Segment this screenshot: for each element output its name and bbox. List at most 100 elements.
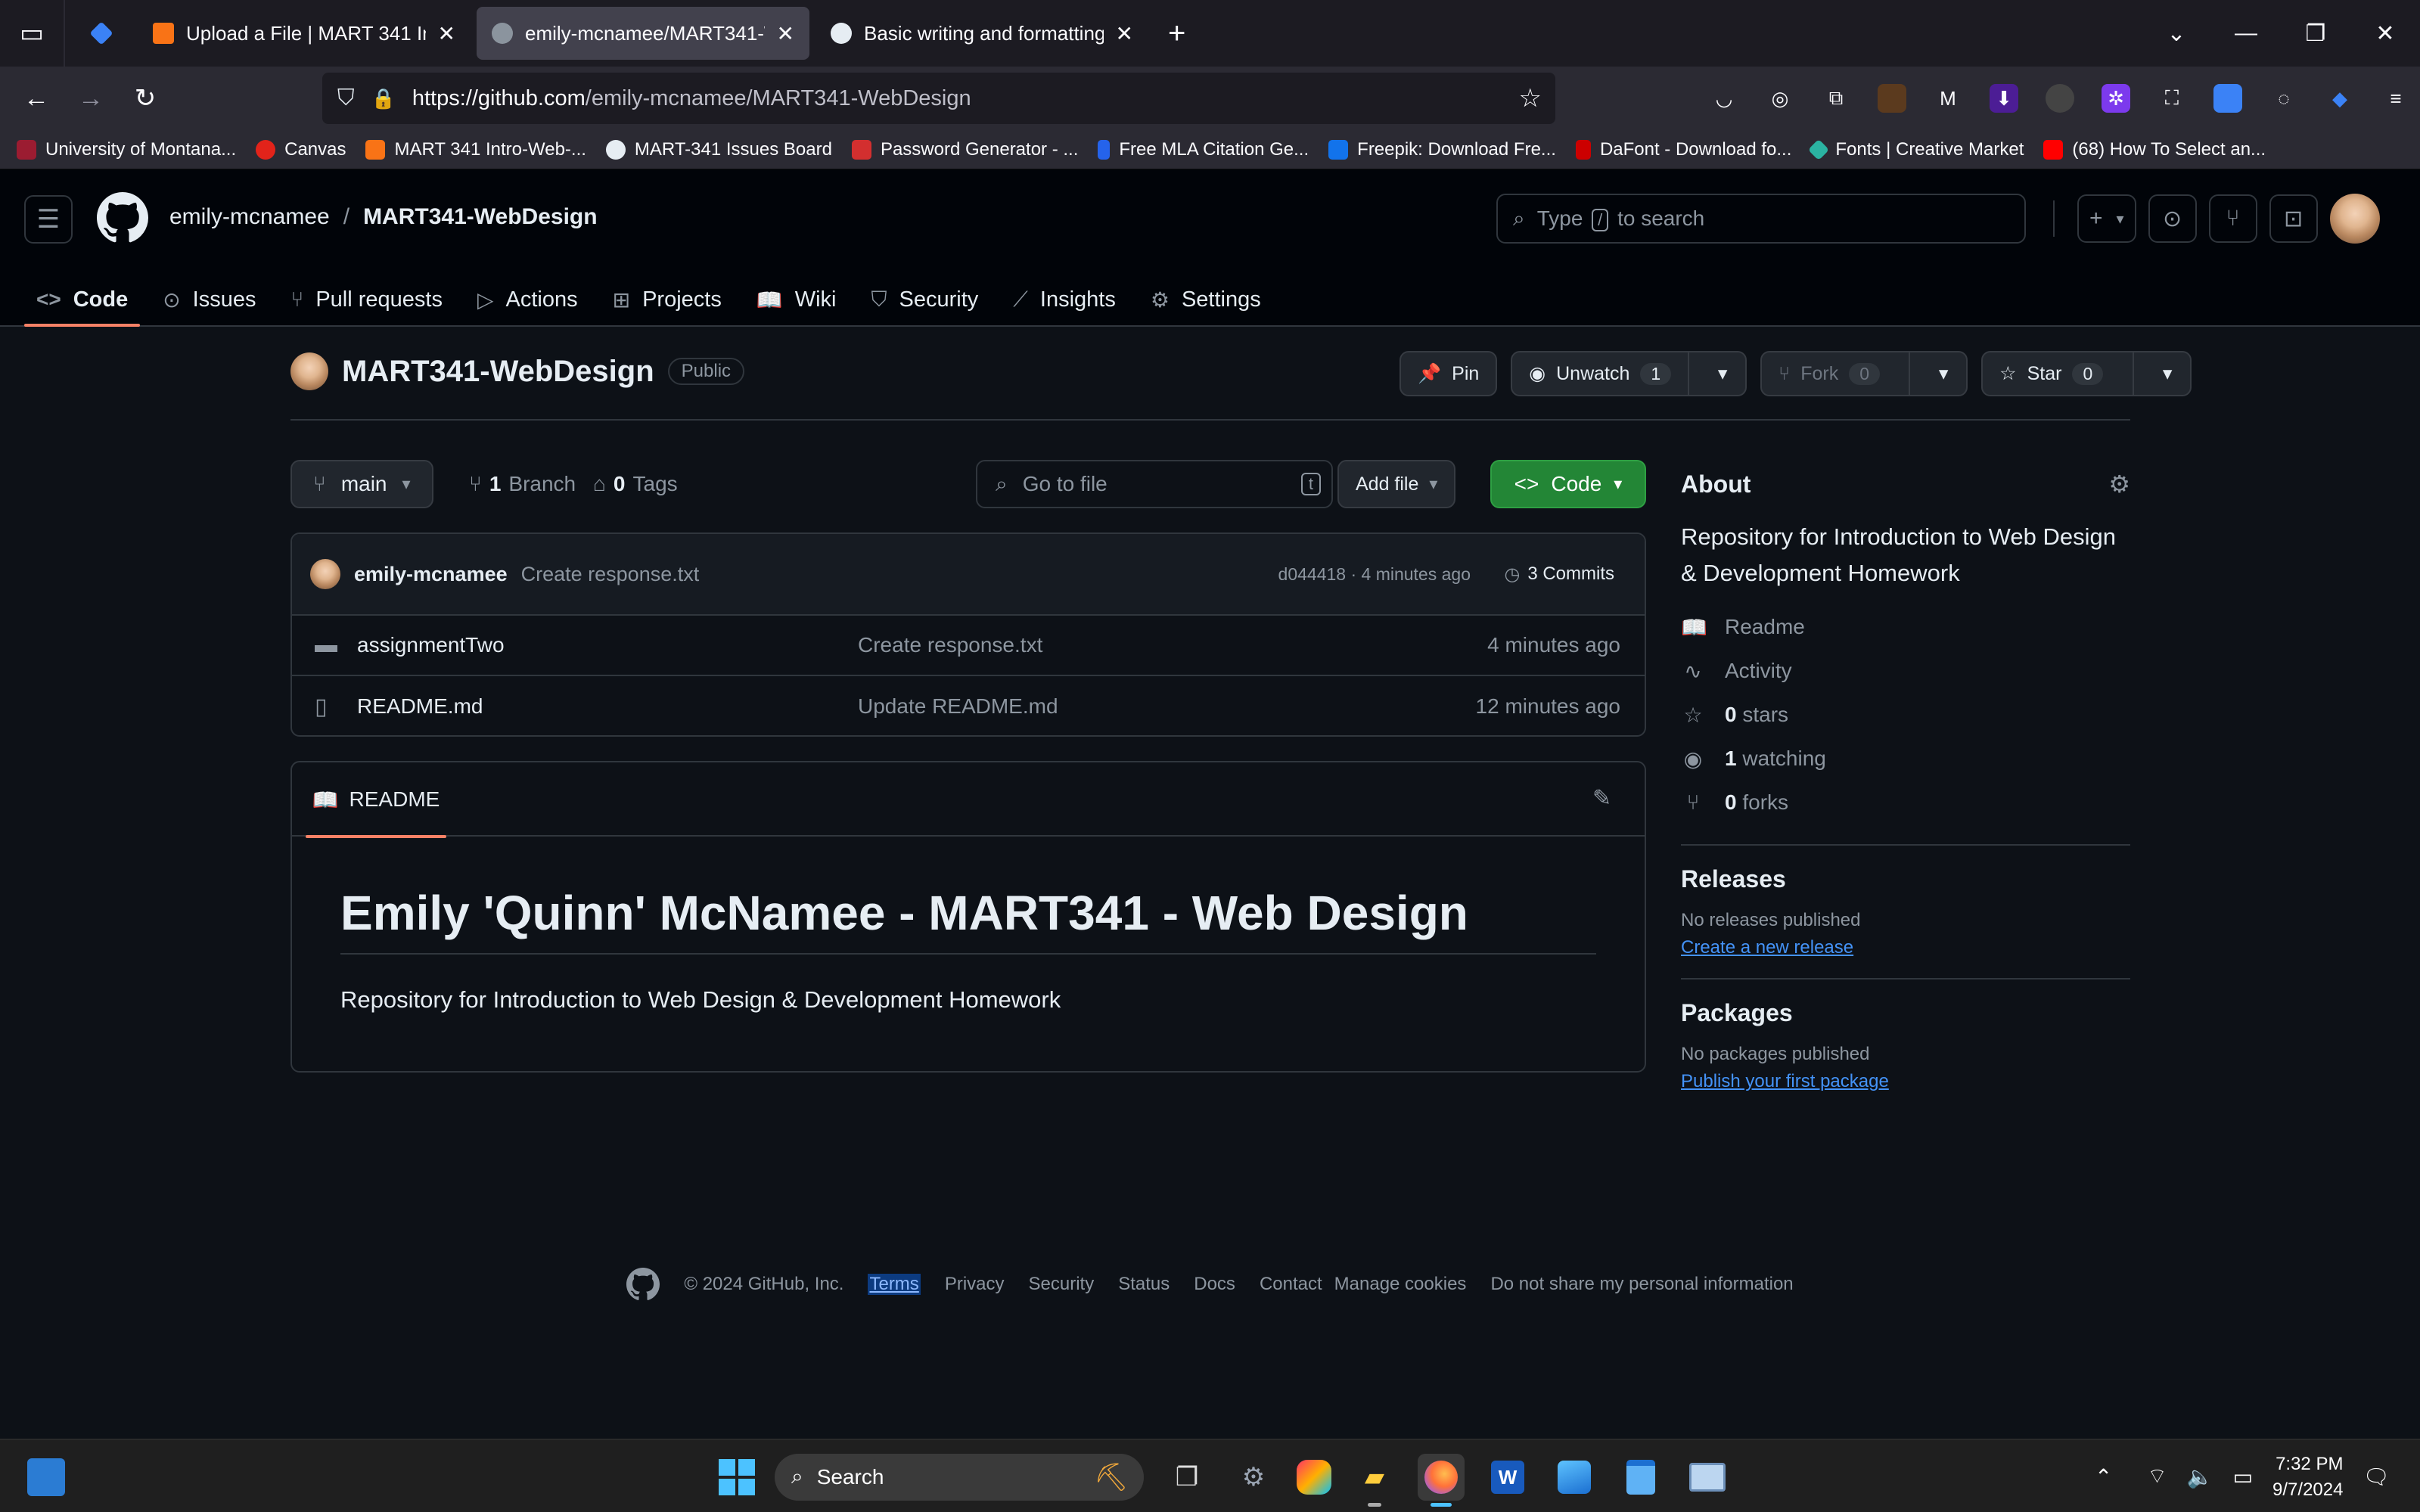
publish-package-link[interactable]: Publish your first package [1681,1071,2130,1092]
footer-link-do-not-share[interactable]: Do not share my personal information [1490,1274,1793,1295]
commit-hash-time[interactable]: d044418 · 4 minutes ago [1278,564,1471,585]
star-button[interactable]: ☆ Star 0 ▾ [1981,351,2192,396]
close-tab-icon[interactable]: ✕ [1116,21,1133,46]
settings-app-icon[interactable]: ⚙ [1230,1454,1277,1501]
tab-wiki[interactable]: 📖 Wiki [744,272,849,327]
create-release-link[interactable]: Create a new release [1681,937,2130,958]
commits-link[interactable]: ◷ 3 Commits [1504,564,1614,585]
file-commit-message[interactable]: Create response.txt [858,633,1042,657]
tab-issues[interactable]: ⊙ Issues [151,272,268,327]
edit-pencil-icon[interactable]: ✎ [1592,785,1611,812]
menu-icon[interactable]: ≡ [2381,84,2410,113]
back-icon[interactable]: ← [9,71,64,126]
commit-author-avatar[interactable] [310,559,340,589]
user-avatar[interactable] [2329,194,2380,244]
tab-projects[interactable]: ⊞ Projects [601,272,734,327]
hamburger-menu-icon[interactable]: ☰ [24,195,73,244]
account-icon[interactable]: ◎ [1766,84,1794,113]
file-name[interactable]: README.md [357,694,483,719]
widgets-icon[interactable] [27,1458,65,1496]
tab-settings[interactable]: ⚙ Settings [1139,272,1273,327]
bookmark-item[interactable]: (68) How To Select an... [2043,139,2266,160]
wifi-icon[interactable]: ⌔ [2147,1464,2167,1490]
breadcrumb-owner[interactable]: emily-mcnamee [169,204,330,230]
releases-title[interactable]: Releases [1681,865,2130,893]
start-button-icon[interactable] [719,1458,755,1495]
branches-link[interactable]: ⑂ 1 Branch [469,460,576,508]
list-all-tabs-icon[interactable]: ⌄ [2142,20,2211,47]
restore-icon[interactable]: ❐ [2281,20,2350,47]
commit-author[interactable]: emily-mcnamee [354,563,508,586]
close-window-icon[interactable]: ✕ [2350,20,2420,47]
pin-button[interactable]: 📌 Pin [1399,351,1498,396]
clock[interactable]: 7:32 PM 9/7/2024 [2272,1451,2343,1503]
chevron-up-icon[interactable]: ⌃ [2095,1464,2112,1489]
fork-button[interactable]: ⑂ Fork 0 ▾ [1760,351,1968,396]
lightbulb-icon[interactable]: ◌ [2269,84,2298,113]
search-input[interactable]: ⌕ Type / to search [1496,194,2026,244]
volume-icon[interactable]: 🔈 [2187,1464,2213,1489]
extension-icon[interactable] [2213,84,2242,113]
owner-avatar[interactable] [290,352,328,390]
forward-icon[interactable]: → [64,71,118,126]
bookmark-item[interactable]: Password Generator - ... [851,139,1078,160]
readme-link[interactable]: 📖 Readme [1681,605,2130,649]
forks-link[interactable]: ⑂ 0 forks [1681,781,2130,824]
word-icon[interactable]: W [1484,1454,1531,1501]
bookmark-star-icon[interactable]: ☆ [1519,83,1542,113]
extension-icon[interactable]: ◆ [2325,84,2354,113]
tab-overview-icon[interactable]: ▭ [0,0,65,67]
tab-formatting-syntax[interactable]: Basic writing and formatting syntax ✕ [815,7,1148,60]
branch-select-button[interactable]: ⑂ main ▾ [290,460,433,508]
footer-link-manage-cookies[interactable]: Manage cookies [1334,1274,1467,1295]
minimize-icon[interactable]: — [2211,20,2281,46]
github-logo-icon[interactable] [626,1268,660,1301]
new-tab-icon[interactable]: + [1168,17,1185,51]
address-bar[interactable]: ⛉ 🔒 https://github.com/emily-mcnamee/MAR… [322,73,1555,124]
task-view-icon[interactable]: ❐ [1163,1454,1210,1501]
bookmark-item[interactable]: University of Montana... [17,139,236,160]
file-explorer-icon[interactable]: ▰ [1351,1454,1398,1507]
table-row[interactable]: ▯ README.md Update README.md 12 minutes … [292,676,1645,735]
stars-link[interactable]: ☆ 0 stars [1681,693,2130,737]
go-to-file-input[interactable]: ⌕ Go to file t [976,460,1333,508]
tab-upload-file[interactable]: Upload a File | MART 341 Intro-Web-Desig… [138,7,471,60]
activity-link[interactable]: ∿ Activity [1681,649,2130,693]
url-text[interactable]: https://github.com/emily-mcnamee/MART341… [412,86,971,111]
footer-link-status[interactable]: Status [1118,1274,1170,1295]
tab-pull-requests[interactable]: ⑂ Pull requests [279,272,455,327]
extension-icon[interactable] [1878,84,1906,113]
create-new-button[interactable]: + ▾ [2077,194,2136,243]
extension-icon[interactable]: ⛶ [2157,84,2186,113]
pocket-icon[interactable]: ◡ [1710,84,1738,113]
footer-link-privacy[interactable]: Privacy [945,1274,1005,1295]
bookmark-item[interactable]: Canvas [256,139,346,160]
reload-icon[interactable]: ↻ [118,71,172,126]
bookmark-item[interactable]: MART-341 Issues Board [605,139,832,160]
battery-icon[interactable]: ▭ [2233,1464,2253,1489]
gear-icon[interactable]: ⚙ [2108,470,2130,498]
tab-actions[interactable]: ▷ Actions [465,272,590,327]
performance-monitor-icon[interactable] [1684,1454,1731,1501]
extensions-icon[interactable]: ⧉ [1822,84,1850,113]
file-commit-message[interactable]: Update README.md [858,694,1058,719]
extension-icon[interactable] [2046,84,2074,113]
lock-icon[interactable]: 🔒 [371,87,396,110]
footer-link-terms[interactable]: Terms [868,1274,921,1295]
triangle-down-icon[interactable]: ▾ [1700,352,1745,395]
taskbar-search[interactable]: ⌕ Search ⛏ [775,1453,1144,1501]
close-tab-icon[interactable]: ✕ [777,21,794,46]
footer-link-contact[interactable]: Contact [1260,1274,1322,1295]
repo-title[interactable]: MART341-WebDesign [342,355,654,389]
download-icon[interactable]: ⬇ [1990,84,2018,113]
bookmark-item[interactable]: Freepik: Download Fre... [1328,139,1556,160]
triangle-down-icon[interactable]: ▾ [2145,352,2190,395]
table-row[interactable]: ▬ assignmentTwo Create response.txt 4 mi… [292,616,1645,676]
watching-link[interactable]: ◉ 1 watching [1681,737,2130,781]
pinned-tab[interactable] [71,7,132,60]
tags-link[interactable]: ⌂ 0 Tags [593,460,678,508]
tab-insights[interactable]: ⟋ Insights [1001,272,1128,327]
shield-icon[interactable]: ⛉ [337,85,355,111]
readme-tab[interactable]: 📖 README [306,762,446,838]
bookmark-item[interactable]: Free MLA Citation Ge... [1098,139,1309,160]
